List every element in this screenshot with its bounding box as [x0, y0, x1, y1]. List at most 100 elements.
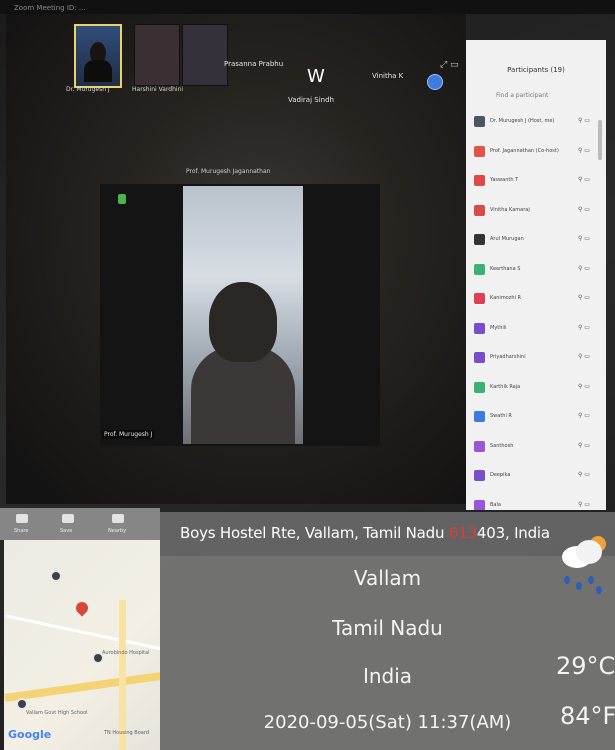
mic-video-status-icon: ⚲ ▭: [578, 471, 590, 478]
participant-avatar: [474, 234, 485, 245]
participant-name: Dr. Murugesh J (Host, me): [490, 118, 555, 124]
map-toolbar: Share Save Nearby: [0, 508, 160, 540]
mic-video-status-icon: ⚲ ▭: [578, 264, 590, 272]
mic-video-status-icon: ⚲ ▭: [578, 441, 590, 449]
participant-name: Kanimozhi R: [490, 295, 521, 301]
window-controls-icon[interactable]: ⤢ ▭: [440, 60, 459, 70]
map-road: [5, 614, 160, 653]
participant-avatar: [474, 411, 485, 422]
participant-search[interactable]: Find a participant: [496, 92, 548, 99]
participants-title: Participants (19): [507, 66, 565, 74]
address-pin-red: 613: [448, 524, 477, 542]
participant-name: Swathi R: [490, 413, 512, 419]
participant-avatar-icon[interactable]: [427, 74, 443, 90]
rain-drop: [564, 576, 570, 584]
mic-video-status-icon: ⚲ ▭: [578, 235, 590, 242]
participant-avatar: [474, 175, 485, 186]
mic-video-status-icon: ⚲ ▭: [578, 117, 590, 124]
participant-name: Mythili: [490, 324, 507, 331]
participant-row[interactable]: Bala ⚲ ▭: [474, 498, 602, 510]
participant-row[interactable]: Yaswanth T ⚲ ▭: [474, 173, 602, 189]
participant-row[interactable]: Kanimozhi R ⚲ ▭: [474, 291, 602, 307]
state: Tamil Nadu: [332, 616, 443, 640]
share-icon[interactable]: [16, 514, 28, 523]
video-thumb-1[interactable]: [74, 24, 122, 88]
map-view[interactable]: Aurobindo Hospital Vallam Govt High Scho…: [4, 540, 160, 750]
toolbar-label[interactable]: Nearby: [108, 528, 126, 534]
rain-cloud-sun-icon: [556, 536, 608, 598]
google-logo: Google: [8, 728, 52, 741]
temperature-fahrenheit: 84°F: [560, 702, 615, 730]
mic-video-status-icon: ⚲ ▭: [578, 176, 590, 183]
toolbar-label[interactable]: Share: [14, 528, 28, 534]
participant-avatar: [474, 145, 485, 157]
temperature-celsius: 29°C: [556, 652, 615, 680]
map-place-icon[interactable]: [16, 698, 28, 710]
mic-video-status-icon: ⚲ ▭: [578, 294, 590, 301]
rain-drop: [596, 586, 602, 594]
address-text: Boys Hostel Rte, Vallam, Tamil Nadu 6134…: [180, 524, 550, 542]
video-thumb-3[interactable]: [182, 24, 228, 86]
participant-avatar: [474, 293, 485, 304]
participant-row[interactable]: Deepika ⚲ ▭: [474, 468, 602, 484]
participant-row[interactable]: Keerthana S ⚲ ▭: [474, 262, 602, 278]
monitor-bezel: [0, 0, 615, 14]
participant-avatar: [474, 322, 485, 334]
mic-video-status-icon: ⚲ ▭: [578, 500, 590, 508]
participant-name: Deepika: [490, 472, 511, 478]
participant-avatar: [474, 499, 485, 510]
speaker-caption: Prof. Murugesh Jagannathan: [186, 168, 271, 175]
person-body: [84, 60, 112, 82]
speaker-video: [183, 186, 303, 444]
participant-avatar: [474, 204, 485, 216]
video-thumb-2[interactable]: [134, 24, 180, 86]
participant-name: Santhosh: [490, 442, 514, 449]
participant-name: Yaswanth T: [490, 177, 519, 183]
address-pin-rest: 403: [476, 524, 505, 542]
save-icon[interactable]: [62, 514, 74, 523]
participant-avatar: [474, 116, 485, 127]
rain-drop: [588, 576, 594, 584]
mic-video-status-icon: ⚲ ▭: [578, 323, 590, 331]
name-tile-initial[interactable]: W: [307, 66, 325, 87]
map-label: Vallam Govt High School: [26, 710, 88, 716]
map-label: Aurobindo Hospital: [102, 650, 150, 656]
mic-video-status-icon: ⚲ ▭: [578, 146, 590, 154]
participants-panel: Participants (19) Find a participant Dr.…: [466, 40, 606, 510]
thumb-label-2: Harshini Vardhini: [132, 86, 184, 93]
mic-video-status-icon: ⚲ ▭: [578, 382, 590, 390]
participant-name: Bala: [490, 501, 501, 508]
mic-video-status-icon: ⚲ ▭: [578, 412, 590, 419]
participant-row[interactable]: Priyadharshini ⚲ ▭: [474, 350, 602, 366]
name-tile-1[interactable]: Prasanna Prabhu: [224, 60, 283, 68]
map-highway: [4, 666, 160, 702]
mic-video-status-icon: ⚲ ▭: [578, 353, 590, 360]
toolbar-label[interactable]: Save: [60, 528, 72, 534]
address-post: , India: [504, 524, 550, 542]
name-tile-2[interactable]: Vadiraj Sindh: [288, 96, 334, 104]
participant-avatar: [474, 263, 485, 275]
name-tile-3[interactable]: Vinitha K: [372, 72, 403, 80]
photo-of-monitor: Zoom Meeting ID: ... Dr. Murugesh J Hars…: [0, 0, 615, 750]
country: India: [362, 664, 413, 688]
map-place-icon[interactable]: [50, 570, 62, 582]
speaker-name-tag: Prof. Murugesh J: [102, 430, 155, 439]
participant-row[interactable]: Dr. Murugesh J (Host, me) ⚲ ▭: [474, 114, 602, 130]
participant-name: Keerthana S: [490, 265, 521, 272]
participant-avatar: [474, 470, 485, 481]
participant-avatar: [474, 352, 485, 363]
map-highway: [119, 600, 126, 750]
geo-info-panel: Vallam Tamil Nadu India 2020-09-05(Sat) …: [160, 556, 615, 750]
participant-row[interactable]: Arul Murugan ⚲ ▭: [474, 232, 602, 248]
participant-row[interactable]: Mythili ⚲ ▭: [474, 321, 602, 337]
participant-row[interactable]: Karthik Raja ⚲ ▭: [474, 380, 602, 396]
participant-row[interactable]: Vinitha Kamaraj ⚲ ▭: [474, 203, 602, 219]
participant-name: Vinitha Kamaraj: [490, 206, 530, 213]
participant-row[interactable]: Prof. Jagannathan (Co-host) ⚲ ▭: [474, 144, 602, 160]
participant-avatar: [474, 381, 485, 393]
map-location-pin-icon[interactable]: [73, 599, 91, 617]
participant-row[interactable]: Swathi R ⚲ ▭: [474, 409, 602, 425]
rain-drop: [576, 582, 582, 590]
participant-row[interactable]: Santhosh ⚲ ▭: [474, 439, 602, 455]
nearby-icon[interactable]: [112, 514, 124, 523]
